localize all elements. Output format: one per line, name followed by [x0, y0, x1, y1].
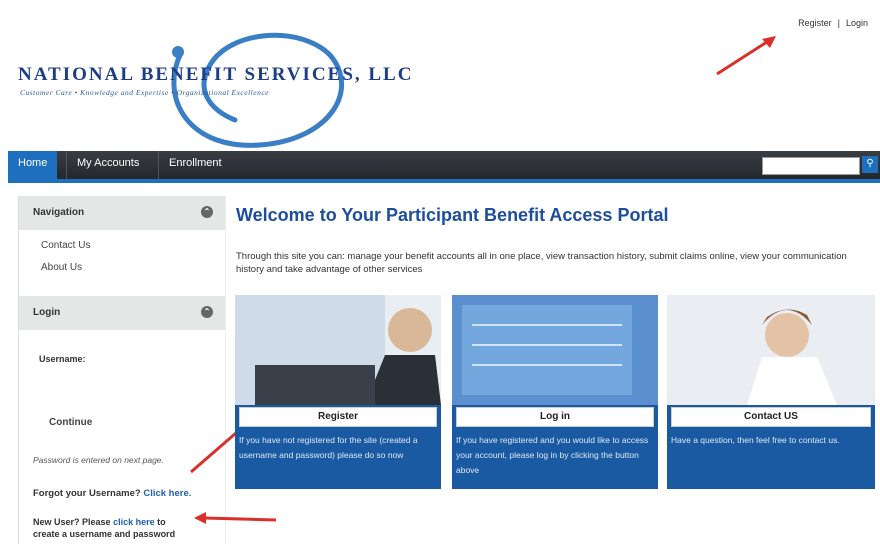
collapse-icon[interactable]: ⌃: [201, 206, 213, 218]
sidebar-item-about-us[interactable]: About Us: [41, 262, 82, 273]
intro-text: Through this site you can: manage your b…: [236, 251, 847, 275]
tab-my-accounts[interactable]: My Accounts: [66, 151, 149, 179]
login-panel-title: Login: [33, 307, 61, 318]
login-card-text: If you have registered and you would lik…: [456, 435, 649, 475]
new-user-to: to: [157, 517, 166, 527]
forgot-username-text: Forgot your Username?: [33, 488, 141, 499]
password-note: Password is entered on next page.: [33, 455, 164, 465]
contact-card-text: Have a question, then feel free to conta…: [671, 435, 840, 445]
login-panel-header[interactable]: Login ⌃: [19, 296, 225, 330]
register-link[interactable]: Register: [798, 18, 832, 28]
username-label: Username:: [39, 354, 86, 364]
card-photo-screen: [452, 295, 658, 405]
navigation-panel-title: Navigation: [33, 207, 85, 218]
continue-button[interactable]: Continue: [41, 414, 100, 431]
contact-card: Contact US Have a question, then feel fr…: [667, 295, 875, 489]
collapse-icon[interactable]: ⌃: [201, 306, 213, 318]
login-card: Log in If you have registered and you wo…: [452, 295, 658, 489]
card-photo-woman: [667, 295, 875, 405]
sidebar-item-contact-us[interactable]: Contact Us: [41, 240, 90, 251]
register-card: Register If you have not registered for …: [235, 295, 441, 489]
page-title: Welcome to Your Participant Benefit Acce…: [236, 205, 669, 225]
tab-enrollment[interactable]: Enrollment: [158, 151, 232, 179]
contact-us-button[interactable]: Contact US: [671, 407, 871, 427]
new-user-rest: create a username and password: [33, 529, 176, 539]
company-logo-name[interactable]: NATIONAL BENEFIT SERVICES, LLC: [18, 64, 413, 86]
card-photo-businessman: [235, 295, 441, 405]
new-user-text: New User? Please: [33, 517, 111, 527]
register-button[interactable]: Register: [239, 407, 437, 427]
forgot-username: Forgot your Username? Click here.: [33, 488, 191, 499]
top-links-separator: |: [837, 18, 840, 28]
company-logo-tagline: Customer Care • Knowledge and Expertise …: [20, 88, 269, 97]
login-link[interactable]: Login: [846, 18, 868, 28]
search-input[interactable]: [762, 157, 860, 175]
sidebar: Navigation ⌃ Contact Us About Us Login ⌃…: [18, 196, 226, 544]
red-arrow-top: [716, 36, 776, 76]
login-button[interactable]: Log in: [456, 407, 654, 427]
register-card-text: If you have not registered for the site …: [239, 435, 418, 460]
tab-home[interactable]: Home: [8, 151, 58, 179]
main-navbar: Home My Accounts Enrollment ⚲: [8, 151, 880, 183]
search-icon[interactable]: ⚲: [862, 156, 878, 173]
red-arrow-new-user: [194, 512, 277, 524]
new-user-link[interactable]: click here: [113, 517, 155, 527]
forgot-username-link[interactable]: Click here.: [143, 488, 191, 499]
navigation-panel-header[interactable]: Navigation ⌃: [19, 196, 225, 230]
top-links: Register | Login: [798, 18, 868, 28]
